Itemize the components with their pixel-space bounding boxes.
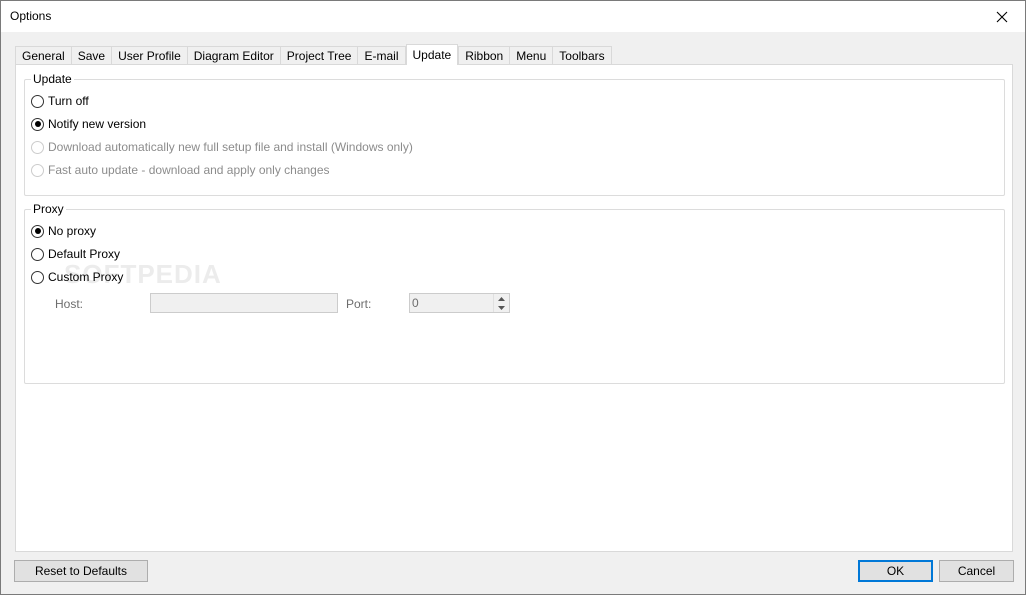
tab-save[interactable]: Save (70, 46, 113, 65)
proxy-group-legend: Proxy (31, 202, 66, 216)
port-spin-buttons (493, 294, 509, 312)
tab-user-profile[interactable]: User Profile (111, 46, 188, 65)
radio-label: Default Proxy (48, 247, 121, 261)
spin-up-button[interactable] (494, 294, 509, 303)
radio-label: Custom Proxy (48, 270, 124, 284)
port-stepper[interactable]: 0 (409, 293, 510, 313)
radio-fast-auto-update: Fast auto update - download and apply on… (31, 162, 330, 178)
port-label: Port: (346, 297, 372, 311)
title-bar: Options (1, 1, 1025, 32)
radio-circle (31, 163, 44, 177)
spin-down-button[interactable] (494, 303, 509, 312)
port-value: 0 (412, 296, 419, 310)
tab-toolbars[interactable]: Toolbars (552, 46, 612, 65)
radio-label: Notify new version (48, 117, 147, 131)
chevron-up-icon (498, 296, 505, 301)
tab-strip: General Save User Profile Diagram Editor… (15, 44, 612, 65)
radio-no-proxy[interactable]: No proxy (31, 223, 96, 239)
options-dialog: Options General Save User Profile Diagra… (0, 0, 1026, 595)
ok-button[interactable]: OK (858, 560, 933, 582)
update-group-legend: Update (31, 72, 74, 86)
radio-circle-selected[interactable] (31, 117, 44, 131)
window-title: Options (10, 9, 52, 23)
radio-download-full-setup: Download automatically new full setup fi… (31, 139, 413, 155)
tab-update[interactable]: Update (405, 44, 459, 65)
radio-circle (31, 140, 44, 154)
radio-default-proxy[interactable]: Default Proxy (31, 246, 120, 262)
tab-diagram-editor[interactable]: Diagram Editor (186, 46, 281, 65)
tab-project-tree[interactable]: Project Tree (279, 46, 359, 65)
radio-label: No proxy (48, 224, 97, 238)
tab-general[interactable]: General (15, 46, 72, 65)
radio-label: Fast auto update - download and apply on… (48, 163, 330, 177)
radio-turn-off[interactable]: Turn off (31, 93, 89, 109)
host-label: Host: (55, 297, 84, 311)
close-button[interactable] (979, 1, 1025, 32)
radio-circle[interactable] (31, 270, 44, 284)
radio-label: Turn off (48, 94, 89, 108)
reset-to-defaults-button[interactable]: Reset to Defaults (14, 560, 148, 582)
radio-circle-selected[interactable] (31, 224, 44, 238)
radio-notify-new-version[interactable]: Notify new version (31, 116, 146, 132)
tab-ribbon[interactable]: Ribbon (458, 46, 511, 65)
chevron-down-icon (498, 305, 505, 310)
radio-circle[interactable] (31, 94, 44, 108)
tab-menu[interactable]: Menu (509, 46, 554, 65)
radio-custom-proxy[interactable]: Custom Proxy (31, 269, 123, 285)
update-group: Update (24, 72, 1005, 196)
close-icon (996, 11, 1008, 22)
tab-email[interactable]: E-mail (357, 46, 406, 65)
update-tab-panel: Update Turn off Notify new version Downl… (15, 64, 1013, 552)
radio-circle[interactable] (31, 247, 44, 261)
radio-label: Download automatically new full setup fi… (48, 140, 413, 154)
host-input[interactable] (150, 293, 338, 313)
cancel-button[interactable]: Cancel (939, 560, 1014, 582)
